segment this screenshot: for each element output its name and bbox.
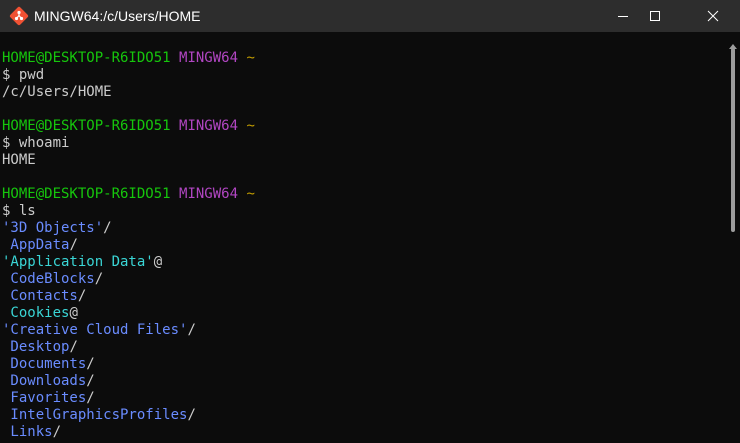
ls-entry: AppData/ (2, 237, 78, 254)
command-line: $ pwd (2, 67, 45, 83)
entry-suffix: @ (153, 254, 163, 270)
prompt-system: MINGW64 (179, 50, 239, 66)
entry-suffix: / (86, 373, 95, 389)
prompt-line: HOME@DESKTOP-R6IDO51 MINGW64 ~ (2, 186, 255, 203)
entry-suffix: / (86, 356, 95, 372)
ls-entry: Favorites/ (2, 390, 95, 407)
ls-entry: Desktop/ (2, 339, 78, 356)
command-line: $ ls (2, 203, 36, 219)
entry-suffix: / (94, 271, 104, 287)
entry-suffix: / (77, 288, 87, 304)
terminal-window: MINGW64:/c/Users/HOME HOME@DESKTOP-R6IDO… (0, 0, 740, 443)
entry-name: 'Application Data' (2, 254, 154, 270)
command-output: HOME (2, 152, 36, 168)
entry-name: Downloads (2, 373, 87, 389)
entry-name: Desktop (2, 339, 70, 355)
close-icon (707, 10, 719, 22)
ls-entry: Cookies@ (2, 305, 78, 322)
ls-entry: Documents/ (2, 356, 95, 373)
prompt-path: ~ (246, 50, 255, 66)
entry-name: 'Creative Cloud Files' (2, 322, 188, 338)
entry-suffix: / (187, 407, 196, 423)
window-title: MINGW64:/c/Users/HOME (34, 8, 201, 24)
ls-entry: Downloads/ (2, 373, 95, 390)
ls-entry: 'Creative Cloud Files'/ (2, 322, 196, 339)
prompt-user-host: HOME@DESKTOP-R6IDO51 (2, 50, 171, 66)
entry-suffix: / (69, 237, 78, 253)
maximize-button[interactable] (632, 0, 678, 32)
ls-entry: CodeBlocks/ (2, 271, 103, 288)
prompt-user-host: HOME@DESKTOP-R6IDO51 (2, 186, 171, 202)
prompt-line: HOME@DESKTOP-R6IDO51 MINGW64 ~ (2, 50, 255, 67)
prompt-system: MINGW64 (179, 118, 239, 134)
entry-suffix: / (69, 339, 78, 355)
vertical-scrollbar[interactable] (726, 32, 740, 443)
ls-entry: Contacts/ (2, 288, 86, 305)
entry-suffix: / (187, 322, 196, 338)
ls-entry: '3D Objects'/ (2, 220, 112, 237)
entry-suffix: @ (69, 305, 78, 321)
prompt-line: HOME@DESKTOP-R6IDO51 MINGW64 ~ (2, 118, 255, 135)
prompt-path: ~ (246, 186, 255, 202)
entry-name: Favorites (2, 390, 87, 406)
ls-entry: Links/ (2, 424, 61, 441)
prompt-path: ~ (246, 118, 255, 134)
ls-entry: 'Application Data'@ (2, 254, 162, 271)
maximize-icon (649, 10, 661, 22)
prompt-user-host: HOME@DESKTOP-R6IDO51 (2, 118, 171, 134)
entry-name: Documents (2, 356, 87, 372)
scrollbar-thumb[interactable] (731, 48, 735, 232)
minimize-icon (617, 10, 629, 22)
entry-name: AppData (2, 237, 70, 253)
terminal-output[interactable]: HOME@DESKTOP-R6IDO51 MINGW64 ~ $ pwd /c/… (0, 32, 726, 443)
entry-suffix: / (103, 220, 112, 236)
ls-entry: IntelGraphicsProfiles/ (2, 407, 196, 424)
entry-name: Cookies (2, 305, 70, 321)
close-button[interactable] (690, 0, 736, 32)
command-output: /c/Users/HOME (2, 84, 112, 100)
git-bash-icon (9, 6, 29, 26)
title-bar[interactable]: MINGW64:/c/Users/HOME (0, 0, 740, 32)
entry-name: IntelGraphicsProfiles (2, 407, 188, 423)
command-line: $ whoami (2, 135, 70, 151)
entry-suffix: / (52, 424, 62, 440)
entry-name: CodeBlocks (2, 271, 95, 287)
entry-name: Contacts (2, 288, 78, 304)
prompt-system: MINGW64 (179, 186, 239, 202)
entry-name: Links (2, 424, 53, 440)
entry-name: '3D Objects' (2, 220, 104, 236)
entry-suffix: / (86, 390, 95, 406)
